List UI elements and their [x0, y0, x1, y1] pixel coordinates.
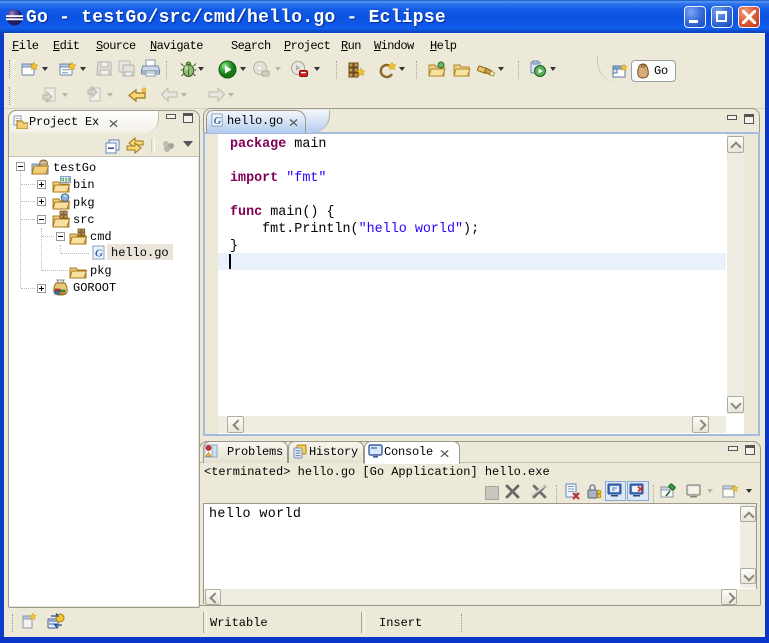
svg-text:010: 010 [61, 178, 70, 184]
svg-text:G: G [214, 116, 222, 127]
svg-text:G: G [95, 248, 103, 260]
